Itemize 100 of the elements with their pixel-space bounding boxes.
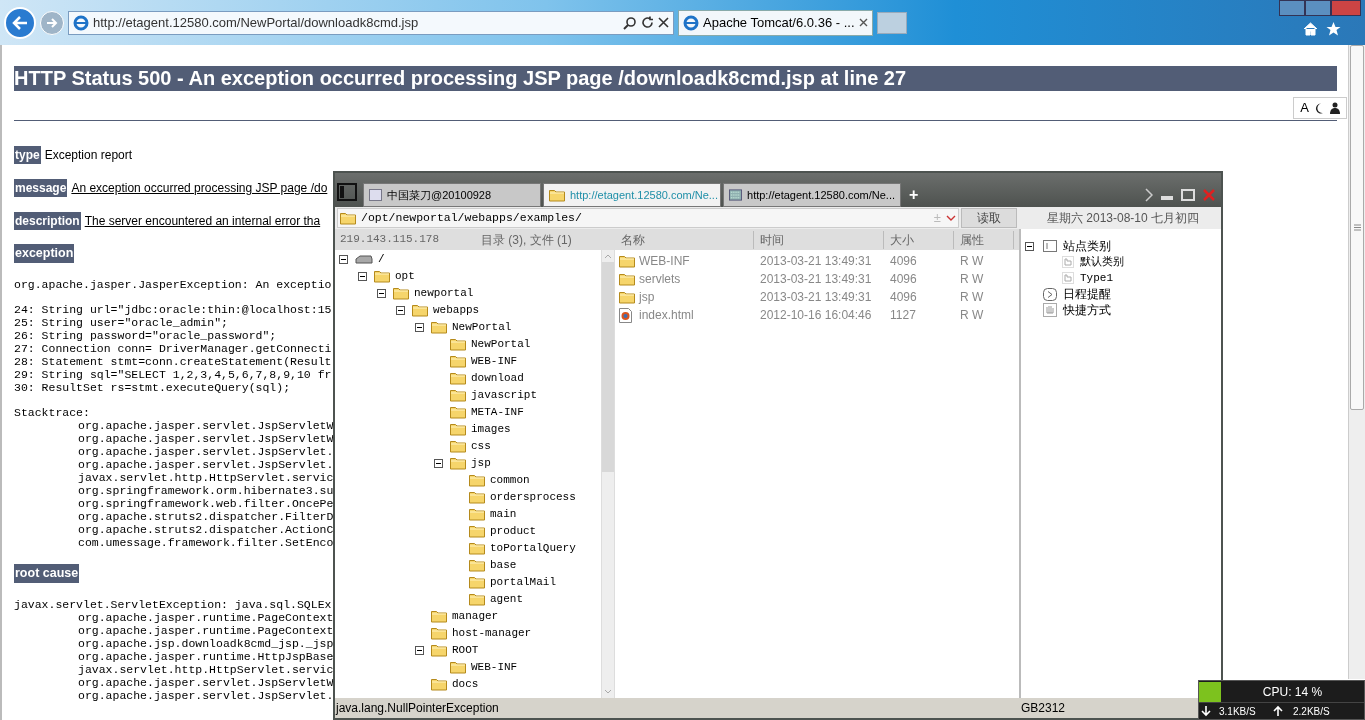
tab[interactable]: 中国菜刀@20100928 (363, 183, 541, 207)
section-text: An exception occurred processing JSP page /do (71, 179, 328, 197)
read-button[interactable]: 读取 (961, 208, 1017, 228)
collapse-toggle[interactable] (358, 272, 367, 281)
maximize-button[interactable] (1305, 0, 1331, 16)
summary-label: 目录 (3), 文件 (1) (481, 231, 572, 249)
file-name[interactable]: index.html (639, 306, 760, 324)
collapse-toggle[interactable] (415, 323, 424, 332)
folder-icon (549, 188, 565, 202)
tree-item[interactable]: newportal (414, 285, 474, 302)
tree-item[interactable]: webapps (433, 302, 480, 319)
tree-item[interactable]: base (490, 557, 517, 574)
tree-item[interactable]: opt (395, 268, 415, 285)
code-line: org.springframework.web.filter.OncePe (78, 497, 334, 510)
tree-item[interactable]: main (490, 506, 517, 523)
code-line: 27: Connection conn= DriverManager.getConnecti (14, 342, 332, 355)
dropdown-caret-icon[interactable] (946, 215, 956, 221)
code-line: org.apache.jasper.runtime.PageContext (78, 624, 334, 637)
sidebar-toggle-icon[interactable] (337, 183, 357, 201)
close-icon[interactable] (859, 18, 868, 27)
search-icon[interactable] (623, 15, 637, 30)
file-name[interactable]: jsp (639, 288, 760, 306)
section-text: The server encountered an internal error tha (84, 212, 321, 230)
code-line: org.apache.jasper.servlet.JspServletW (78, 432, 334, 445)
tree-item[interactable]: css (471, 438, 491, 455)
collapse-toggle[interactable] (377, 289, 386, 298)
folder-icon (450, 372, 466, 385)
cpu-meter-icon (1199, 681, 1221, 702)
refresh-icon[interactable] (641, 16, 654, 29)
tree-item[interactable]: portalMail (490, 574, 556, 591)
tree-item[interactable]: NewPortal (452, 319, 512, 336)
tree-item[interactable]: images (471, 421, 511, 438)
collapse-toggle[interactable] (1025, 241, 1034, 251)
star-icon[interactable] (1326, 22, 1341, 36)
folder-icon (469, 525, 485, 538)
tree-item[interactable]: manager (452, 608, 499, 625)
tree-item[interactable]: META-INF (471, 404, 524, 421)
tree-item[interactable]: / (378, 251, 385, 268)
code-line: org.springframework.orm.hibernate3.su (78, 484, 334, 497)
tab[interactable]: http://etagent.12580.com/Ne... (723, 183, 901, 207)
tree-item[interactable]: 日程提醒 (1063, 285, 1111, 303)
tab[interactable]: http://etagent.12580.com/Ne... (543, 183, 721, 207)
person-icon[interactable] (1330, 102, 1340, 114)
tree-item[interactable]: WEB-INF (471, 353, 518, 370)
scrollbar[interactable] (1348, 45, 1365, 679)
cpu-usage: CPU: 14 % (1261, 683, 1324, 701)
tree-item[interactable]: agent (490, 591, 523, 608)
tree-item[interactable]: toPortalQuery (490, 540, 576, 557)
tree-item[interactable]: NewPortal (471, 336, 531, 353)
minimize-button[interactable] (1279, 0, 1305, 16)
code-line: 28: Statement stmt=conn.createStatement(Result (14, 355, 332, 368)
file-attributes: R W (960, 289, 984, 306)
file-size: 4096 (890, 253, 918, 270)
code-line: 29: String sql="SELECT 1,2,3,4,5,6,7,8,9,10 fr (14, 368, 332, 381)
code-line: org.apache.jasper.servlet.JspServlet. (78, 458, 334, 471)
tree-item[interactable]: ordersprocess (490, 489, 576, 506)
column-header[interactable]: 属性 (954, 230, 1014, 249)
new-tab-button[interactable]: + (903, 183, 925, 207)
browser-tab[interactable]: Apache Tomcat/6.0.36 - ... (678, 9, 873, 36)
back-button[interactable] (4, 6, 36, 39)
file-name[interactable]: WEB-INF (639, 252, 760, 270)
tree-item[interactable]: javascript (471, 387, 537, 404)
tree-item[interactable]: 默认类别 (1080, 253, 1124, 271)
font-size-button[interactable]: A (1300, 98, 1309, 118)
address-bar[interactable]: http://etagent.12580.com/NewPortal/downloadk8cmd.jsp (68, 10, 674, 35)
tree-item[interactable]: download (471, 370, 524, 387)
collapse-toggle[interactable] (396, 306, 405, 315)
folder-icon (450, 406, 466, 419)
collapse-toggle[interactable] (339, 255, 348, 264)
tree-item[interactable]: docs (452, 676, 479, 693)
column-header[interactable]: 名称 (615, 230, 754, 249)
code-line: org.apache.jasper.runtime.HttpJspBase (78, 650, 334, 663)
tree-item[interactable]: ROOT (452, 642, 479, 659)
column-header[interactable]: 时间 (754, 230, 884, 249)
close-icon[interactable] (658, 17, 669, 28)
tree-item[interactable]: WEB-INF (471, 659, 518, 676)
code-line: org.apache.jasper.runtime.PageContext (78, 611, 334, 624)
path-field[interactable]: /opt/newportal/webapps/examples/ ± (337, 208, 959, 228)
home-icon[interactable] (1303, 22, 1318, 36)
collapse-toggle[interactable] (434, 459, 443, 468)
close-button[interactable] (1331, 0, 1361, 16)
file-name[interactable]: servlets (639, 270, 760, 288)
tree-item[interactable]: 站点类别 (1063, 237, 1111, 255)
code-line: javax.servlet.http.HttpServlet.servic (78, 471, 334, 484)
chevron-right-icon[interactable] (1145, 188, 1153, 202)
tree-item[interactable]: product (490, 523, 537, 540)
tree-item[interactable]: jsp (471, 455, 491, 472)
tree-item[interactable]: common (490, 472, 530, 489)
url-text: http://etagent.12580.com/NewPortal/downloadk8cmd.jsp (93, 13, 420, 32)
folder-icon (374, 270, 390, 283)
maximize-icon[interactable] (1181, 189, 1195, 201)
tree-item[interactable]: host-manager (452, 625, 532, 642)
folder-icon (469, 474, 485, 487)
collapse-toggle[interactable] (415, 646, 424, 655)
tree-item[interactable]: Type1 (1080, 269, 1113, 287)
tree-item[interactable]: 快捷方式 (1063, 301, 1111, 319)
document-icon (1062, 256, 1074, 268)
section-text: Exception report (44, 146, 133, 164)
column-header[interactable]: 大小 (884, 230, 954, 249)
back-arrow-icon (12, 15, 28, 30)
